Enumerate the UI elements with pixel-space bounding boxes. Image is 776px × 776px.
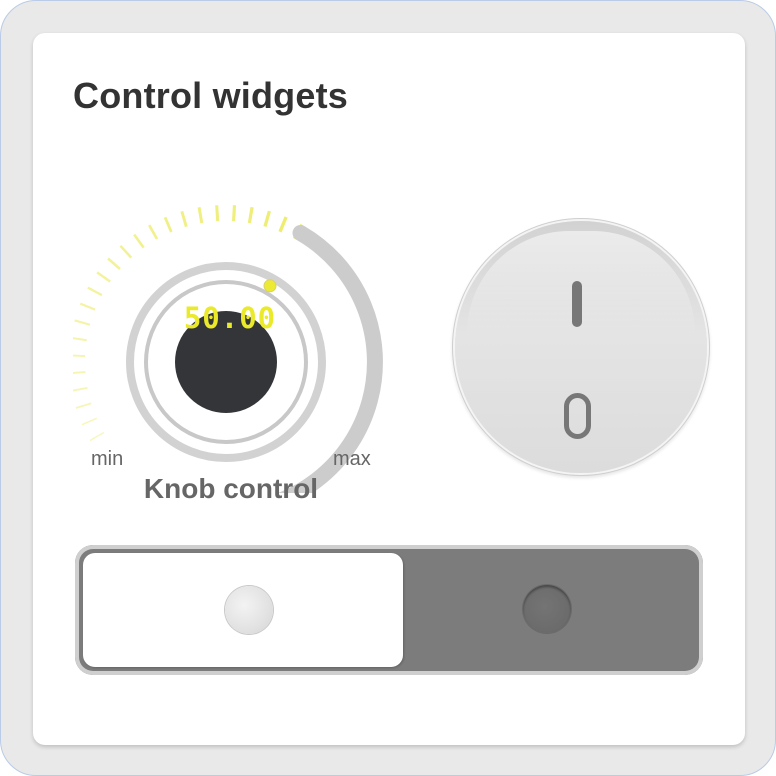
knob-tick (74, 319, 91, 326)
knob-control-label: Knob control (143, 473, 319, 504)
card-title: Control widgets (73, 75, 348, 116)
knob-tick (215, 205, 220, 222)
knob-value-text: 50.00 (183, 301, 277, 335)
knob-tick (180, 210, 188, 228)
knob-tick (107, 257, 121, 270)
on-indicator-dot (523, 585, 571, 633)
knob-tick (247, 206, 254, 224)
knob-tick (73, 354, 86, 358)
knob-tick (232, 205, 237, 222)
knob-indicator-dot (263, 279, 277, 293)
knob-tick (119, 244, 133, 259)
knob-tick (87, 286, 103, 297)
knob-min-label: min (91, 448, 124, 470)
control-widgets-card: Control widgets 50.00 min max Knob contr… (33, 33, 745, 745)
widget-frame: Control widgets 50.00 min max Knob contr… (0, 0, 776, 776)
knob-tick (278, 216, 288, 233)
knob-tick (263, 210, 271, 227)
knob-max-label: max (333, 448, 371, 470)
toggle-off-segment[interactable] (83, 553, 403, 667)
knob-tick (96, 271, 111, 283)
slide-toggle-switch[interactable] (75, 545, 703, 675)
knob-tick (73, 387, 88, 392)
rocker-power-switch[interactable] (455, 221, 707, 473)
knob-tick (81, 417, 98, 426)
knob-tick (163, 216, 173, 233)
knob-tick (148, 224, 159, 240)
off-indicator-dot (225, 586, 273, 634)
knob-tick (197, 207, 204, 224)
knob-tick (73, 371, 86, 374)
knob-tick (89, 431, 105, 442)
power-off-circle-icon (564, 393, 591, 439)
knob-tick (79, 302, 96, 311)
knob-tick (75, 402, 92, 409)
knob-tick (73, 337, 87, 342)
knob-tick (133, 233, 145, 249)
power-on-line-icon (572, 281, 582, 327)
